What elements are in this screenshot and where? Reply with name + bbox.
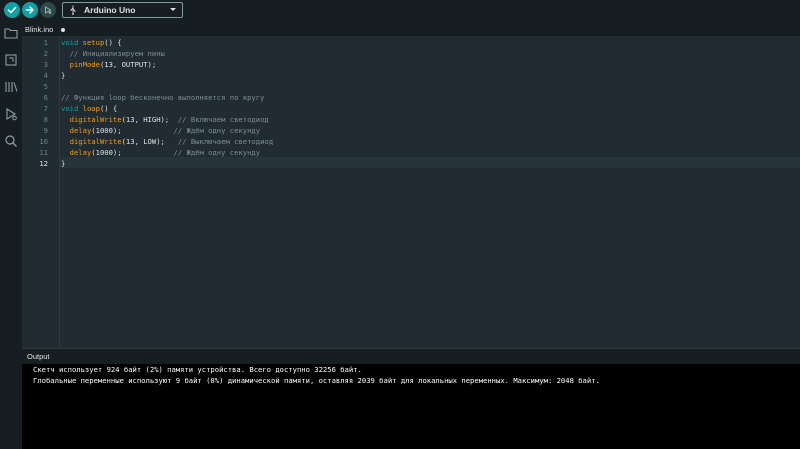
toolbar: Arduino Uno bbox=[0, 0, 800, 22]
line-number: 7 bbox=[43, 104, 48, 113]
code-line: } bbox=[60, 158, 65, 169]
line-number: 8 bbox=[43, 115, 48, 124]
folder-icon bbox=[4, 28, 18, 39]
line-number: 9 bbox=[43, 126, 48, 135]
sidebar-item-boards-manager[interactable] bbox=[3, 52, 19, 68]
sidebar-item-sketchbook[interactable] bbox=[3, 25, 19, 41]
output-line: Глобальные переменные используют 9 байт … bbox=[33, 376, 600, 385]
code-token: (1000); bbox=[91, 126, 174, 135]
comment-token: // Функция loop бесконечно выполняется п… bbox=[61, 93, 265, 102]
output-line: Скетч использует 924 байт (2%) памяти ус… bbox=[33, 365, 362, 374]
code-line: delay(1000); // Ждём одну секунду bbox=[60, 147, 260, 158]
comment-token: // Ждём одну секунду bbox=[173, 126, 261, 135]
function-token: delay bbox=[69, 126, 92, 135]
arrow-right-icon bbox=[25, 6, 34, 14]
debug-icon bbox=[45, 6, 52, 14]
verify-button[interactable] bbox=[4, 2, 20, 18]
board-selector[interactable]: Arduino Uno bbox=[62, 2, 183, 18]
library-icon bbox=[5, 82, 18, 92]
current-line-highlight bbox=[60, 157, 800, 168]
line-number: 5 bbox=[43, 82, 48, 91]
sidebar bbox=[0, 22, 22, 449]
code-token: () { bbox=[99, 104, 118, 113]
tab-bar: Blink.ino bbox=[22, 22, 800, 36]
comment-token: // Включаем светодиод bbox=[177, 115, 269, 124]
comment-token: // Выключаем светодиод bbox=[177, 137, 274, 146]
unsaved-dot-icon bbox=[61, 27, 66, 32]
output-console[interactable]: Скетч использует 924 байт (2%) памяти ус… bbox=[22, 364, 800, 449]
line-number: 1 bbox=[43, 38, 48, 47]
code-token: (13, LOW); bbox=[121, 137, 178, 146]
output-title: Output bbox=[27, 352, 50, 361]
code-line: pinMode(13, OUTPUT); bbox=[60, 59, 157, 70]
code-token: } bbox=[61, 159, 66, 168]
tab-label: Blink.ino bbox=[25, 25, 54, 34]
code-line: } bbox=[60, 70, 65, 81]
keyword-token: void bbox=[61, 104, 79, 113]
sidebar-item-library-manager[interactable] bbox=[3, 79, 19, 95]
code-line: // Функция loop бесконечно выполняется п… bbox=[60, 92, 264, 103]
line-number: 4 bbox=[43, 71, 48, 80]
code-line: // Инициализируем пины bbox=[60, 48, 165, 59]
usb-icon bbox=[70, 5, 76, 15]
function-token: loop bbox=[82, 104, 100, 113]
code-token: (1000); bbox=[91, 148, 174, 157]
line-number: 11 bbox=[39, 148, 48, 157]
function-token: digitalWrite bbox=[69, 137, 122, 146]
debug-button[interactable] bbox=[40, 2, 56, 18]
debug-icon bbox=[6, 108, 17, 121]
code-line: void setup() { bbox=[60, 37, 122, 48]
board-name: Arduino Uno bbox=[84, 5, 136, 15]
line-number: 12 bbox=[39, 159, 48, 168]
code-token: (13, HIGH); bbox=[121, 115, 178, 124]
keyword-token: void bbox=[61, 38, 79, 47]
function-token: pinMode bbox=[69, 60, 100, 69]
code-line: void loop() { bbox=[60, 103, 117, 114]
code-line: digitalWrite(13, HIGH); // Включаем свет… bbox=[60, 114, 269, 125]
chevron-down-icon bbox=[170, 8, 176, 11]
comment-token: // Инициализируем пины bbox=[69, 49, 165, 58]
sidebar-item-search[interactable] bbox=[3, 133, 19, 149]
check-icon bbox=[7, 6, 17, 14]
sidebar-item-debug[interactable] bbox=[3, 106, 19, 122]
function-token: delay bbox=[69, 148, 92, 157]
code-token: } bbox=[61, 71, 66, 80]
search-icon bbox=[5, 135, 17, 147]
code-line: digitalWrite(13, LOW); // Выключаем свет… bbox=[60, 136, 273, 147]
code-token: () { bbox=[104, 38, 122, 47]
code-editor[interactable]: 1 2 3 4 5 6 7 8 9 10 11 12 void setup() { // Инициал… bbox=[22, 36, 800, 348]
line-number: 6 bbox=[43, 93, 48, 102]
line-number: 10 bbox=[39, 137, 48, 146]
line-number: 2 bbox=[43, 49, 48, 58]
function-token: setup bbox=[82, 38, 105, 47]
board-icon bbox=[5, 54, 17, 66]
code-line: delay(1000); // Ждём одну секунду bbox=[60, 125, 260, 136]
code-token: (13, OUTPUT); bbox=[99, 60, 157, 69]
comment-token: // Ждём одну секунду bbox=[173, 148, 261, 157]
function-token: digitalWrite bbox=[69, 115, 122, 124]
line-number: 3 bbox=[43, 60, 48, 69]
tab-blink-ino[interactable]: Blink.ino bbox=[25, 23, 66, 36]
output-header: Output bbox=[22, 348, 800, 364]
upload-button[interactable] bbox=[22, 2, 38, 18]
